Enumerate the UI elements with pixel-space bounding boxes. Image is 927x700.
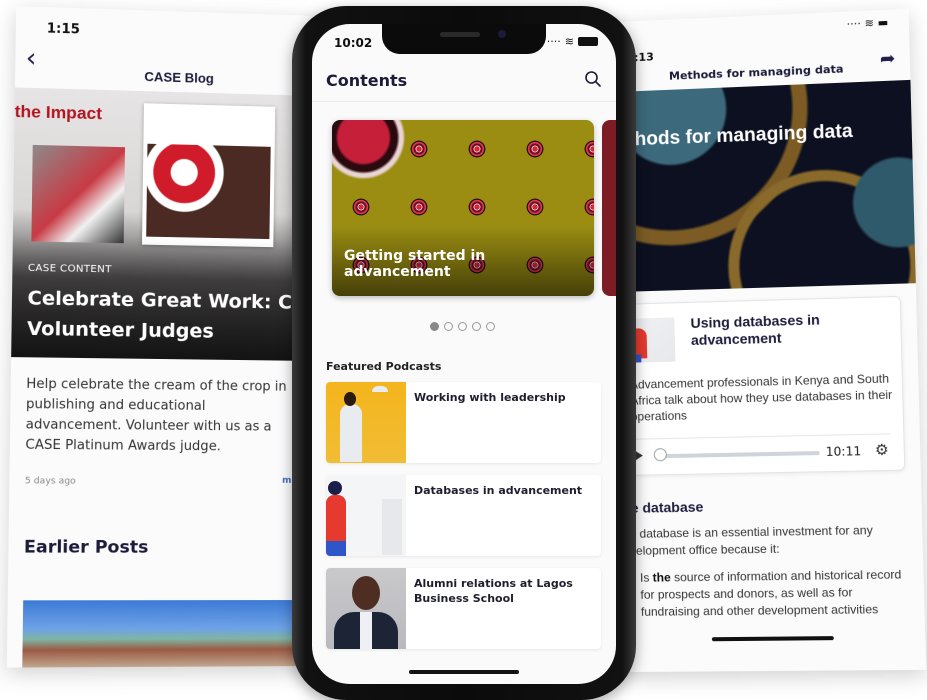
search-icon[interactable] (584, 70, 602, 88)
carousel-card-label: Getting started in advancement (344, 248, 486, 280)
app-showcase: 1:15 ‹ CASE Blog the Impact CASE CONTENT… (0, 0, 927, 700)
article-hero: lethods for managing data (611, 79, 916, 293)
lamp-illustration (372, 386, 388, 392)
status-time: 1:15 (46, 21, 81, 38)
bullet-rest: source of information and historical rec… (640, 567, 902, 619)
battery-icon (578, 37, 598, 46)
notch (382, 24, 546, 54)
bullet-bold: the (652, 570, 671, 585)
blog-screen: 1:15 ‹ CASE Blog the Impact CASE CONTENT… (6, 6, 321, 668)
page-dot[interactable] (444, 322, 453, 331)
signal-icon: ···· (546, 35, 561, 48)
legs-illustration (326, 541, 346, 556)
signal-icon: ···· (846, 17, 862, 31)
hero-kicker: CASE CONTENT (27, 262, 112, 276)
earlier-post-image[interactable] (22, 600, 318, 668)
status-icons: ···· ≋ (547, 35, 598, 48)
podcast-list-item[interactable]: Alumni relations at Lagos Business Schoo… (326, 568, 601, 649)
camera (498, 30, 506, 38)
home-indicator (409, 670, 519, 674)
back-icon[interactable]: ‹ (26, 43, 43, 74)
progress-track[interactable] (659, 451, 820, 459)
page-dot[interactable] (486, 322, 495, 331)
podcast-list-item[interactable]: Databases in advancement (326, 475, 601, 556)
nav-title: Methods for managing data (668, 62, 844, 83)
progress-knob[interactable] (653, 448, 668, 462)
divider (631, 433, 890, 440)
podcast-title: Alumni relations at Lagos Business Schoo… (414, 577, 573, 605)
person-illustration (326, 495, 346, 541)
status-icons: ···· ≋ ▬ (846, 16, 888, 31)
hero-title: Celebrate Great Work: Call fo Volunteer … (27, 283, 321, 348)
duration: 10:11 (825, 444, 862, 459)
speaker (440, 32, 480, 37)
bullet-item: Is the source of information and histori… (624, 566, 909, 621)
body-text: he database is an essential investment f… (622, 523, 873, 558)
post-date: 5 days ago (24, 476, 76, 487)
carousel-pagination (430, 322, 495, 331)
post-excerpt: Help celebrate the cream of the crop in … (25, 376, 287, 455)
phone-frame: 10:02 ···· ≋ Contents Getting started in… (292, 6, 636, 700)
dashboard-illustration (382, 499, 402, 555)
battery-icon: ▬ (877, 15, 889, 30)
shirt-shape (360, 612, 372, 649)
tweet-photo (141, 103, 276, 248)
page-dot[interactable] (472, 322, 481, 331)
blog-hero[interactable]: the Impact CASE CONTENT Celebrate Great … (11, 87, 321, 361)
carousel-next-card[interactable] (602, 120, 616, 296)
podcast-player-card: Using databases in advancement Advanceme… (626, 295, 906, 476)
wifi-icon: ≋ (564, 35, 574, 48)
podcast-thumbnail (326, 382, 406, 463)
podcast-list-item[interactable]: Working with leadership (326, 382, 601, 463)
header: Contents (312, 62, 616, 102)
head-illustration (328, 481, 342, 495)
head-illustration (344, 392, 356, 406)
podcast-title: Using databases in advancement (690, 311, 821, 349)
podcast-thumbnail (326, 568, 406, 649)
nav-title: CASE Blog (144, 68, 215, 87)
podcast-title: Databases in advancement (414, 484, 583, 497)
face-shape (352, 576, 380, 610)
home-indicator (711, 636, 834, 642)
hero-title-line2: Volunteer Judges (26, 317, 215, 343)
person-illustration (340, 404, 362, 462)
donut-photo (31, 144, 126, 244)
gear-icon[interactable]: ⚙ (875, 440, 889, 459)
hero-impact-text: the Impact (14, 101, 103, 124)
page-dot[interactable] (430, 322, 439, 331)
share-icon[interactable]: ➦ (880, 48, 896, 70)
featured-podcasts-heading: Featured Podcasts (326, 360, 442, 373)
status-time: 10:02 (334, 36, 373, 50)
contents-screen: 10:02 ···· ≋ Contents Getting started in… (312, 24, 616, 684)
page-title: Contents (326, 71, 408, 90)
podcast-thumbnail (326, 475, 406, 556)
earlier-posts-heading: Earlier Posts (23, 537, 149, 558)
cupcake-image (146, 143, 271, 240)
podcast-title: Working with leadership (414, 391, 566, 404)
podcast-description: Advancement professionals in Kenya and S… (629, 371, 893, 424)
article-hero-title: lethods for managing data (612, 120, 853, 152)
hero-title-line1: Celebrate Great Work: Call fo (27, 287, 321, 315)
page-dot[interactable] (458, 322, 467, 331)
article-screen: ···· ≋ ▬ 1:13 Methods for managing data … (609, 8, 927, 673)
bullet-prefix: Is (639, 570, 653, 585)
wifi-icon: ≋ (864, 16, 875, 31)
carousel-card[interactable]: Getting started in advancement (332, 120, 594, 296)
more-link[interactable]: m (282, 476, 292, 486)
